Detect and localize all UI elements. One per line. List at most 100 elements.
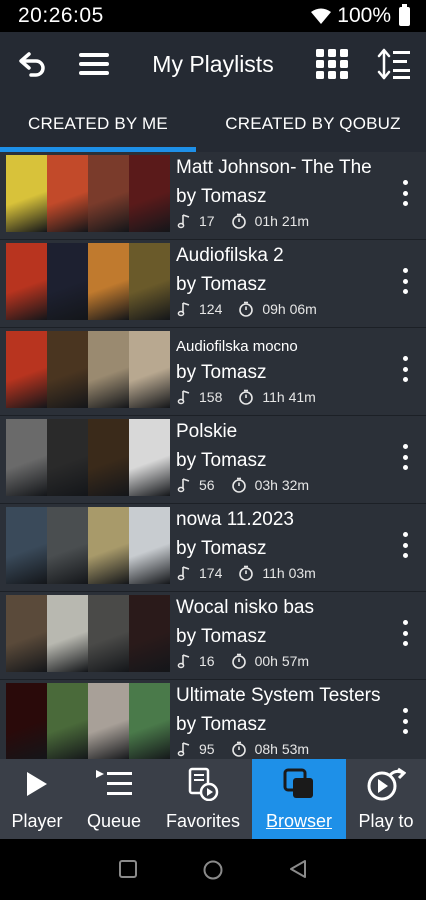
playlist-cover-mosaic xyxy=(6,155,170,232)
playlist-meta: 16 00h 57m xyxy=(177,653,309,669)
playlist-cover-mosaic xyxy=(6,595,170,672)
recents-icon[interactable] xyxy=(118,859,138,879)
playlist-owner: by Tomasz xyxy=(176,186,267,207)
more-options-icon[interactable] xyxy=(402,708,408,734)
music-note-icon xyxy=(177,214,190,229)
album-cover-thumbnail xyxy=(6,595,47,672)
more-options-icon[interactable] xyxy=(402,180,408,206)
playlist-row[interactable]: Ultimate System Testers by Tomasz 95 08h … xyxy=(0,680,426,759)
playlist-cover-mosaic xyxy=(6,683,170,759)
playlist-duration: 08h 53m xyxy=(254,741,310,757)
playlist-title: Matt Johnson- The The xyxy=(176,157,372,178)
timer-icon xyxy=(239,389,254,405)
album-cover-thumbnail xyxy=(129,243,170,320)
menu-button[interactable] xyxy=(68,32,120,96)
more-options-icon[interactable] xyxy=(402,444,408,470)
playlist-row[interactable]: Wocal nisko bas by Tomasz 16 00h 57m xyxy=(0,592,426,680)
playlist-title: nowa 11.2023 xyxy=(176,509,294,530)
playlist-duration: 00h 57m xyxy=(254,653,310,669)
timer-icon xyxy=(231,741,246,757)
album-cover-thumbnail xyxy=(88,683,129,759)
playlist-row[interactable]: Audiofilska mocno by Tomasz 158 11h 41m xyxy=(0,328,426,416)
album-cover-thumbnail xyxy=(6,419,47,496)
play-to-icon xyxy=(366,759,406,809)
playlist-title: Polskie xyxy=(176,421,238,442)
tab-created-by-me[interactable]: CREATED BY ME xyxy=(0,96,196,152)
playlist-cover-mosaic xyxy=(6,243,170,320)
playlist-row[interactable]: Matt Johnson- The The by Tomasz 17 01h 21… xyxy=(0,152,426,240)
more-options-icon[interactable] xyxy=(402,620,408,646)
nav-player-label: Player xyxy=(11,811,63,831)
playlist-row[interactable]: Audiofilska 2 by Tomasz 124 09h 06m xyxy=(0,240,426,328)
more-options-icon[interactable] xyxy=(402,532,408,558)
playlist-duration: 11h 41m xyxy=(262,389,316,405)
playlist-owner: by Tomasz xyxy=(176,362,267,383)
grid-view-button[interactable] xyxy=(306,32,358,96)
playlist-duration: 01h 21m xyxy=(254,213,310,229)
tab-bar: CREATED BY ME CREATED BY QOBUZ xyxy=(0,96,426,152)
album-cover-thumbnail xyxy=(129,331,170,408)
music-note-icon xyxy=(177,390,190,405)
playlist-meta: 124 09h 06m xyxy=(177,301,317,317)
nav-favorites[interactable]: Favorites xyxy=(154,759,252,839)
playlist-list[interactable]: Matt Johnson- The The by Tomasz 17 01h 21… xyxy=(0,152,426,759)
browser-icon xyxy=(283,759,315,809)
track-count: 95 xyxy=(199,741,215,757)
album-cover-thumbnail xyxy=(88,243,129,320)
playlist-duration: 09h 06m xyxy=(262,301,317,317)
app-header: My Playlists xyxy=(0,32,426,96)
more-options-icon[interactable] xyxy=(402,356,408,382)
tab-created-by-qobuz[interactable]: CREATED BY QOBUZ xyxy=(200,96,426,152)
nav-play-to[interactable]: Play to xyxy=(346,759,426,839)
back-icon xyxy=(19,52,45,77)
timer-icon xyxy=(239,301,254,317)
album-cover-thumbnail xyxy=(47,595,88,672)
sort-button[interactable] xyxy=(368,32,420,96)
album-cover-thumbnail xyxy=(129,419,170,496)
album-cover-thumbnail xyxy=(129,595,170,672)
track-count: 158 xyxy=(199,389,223,405)
music-note-icon xyxy=(177,742,190,757)
nav-player[interactable]: Player xyxy=(0,759,74,839)
track-count: 16 xyxy=(199,653,215,669)
timer-icon xyxy=(231,213,246,229)
wifi-icon xyxy=(311,8,332,24)
nav-browser[interactable]: Browser xyxy=(252,759,346,839)
nav-play-to-label: Play to xyxy=(358,811,414,831)
queue-icon xyxy=(94,759,134,809)
album-cover-thumbnail xyxy=(47,507,88,584)
playlist-meta: 17 01h 21m xyxy=(177,213,309,229)
track-count: 56 xyxy=(199,477,215,493)
album-cover-thumbnail xyxy=(88,331,129,408)
play-icon xyxy=(25,759,49,809)
status-bar: 20:26:05 100% xyxy=(0,0,426,32)
music-note-icon xyxy=(177,478,190,493)
playlist-meta: 158 11h 41m xyxy=(177,389,316,405)
battery-icon xyxy=(399,3,410,26)
playlist-row[interactable]: nowa 11.2023 by Tomasz 174 11h 03m xyxy=(0,504,426,592)
system-navigation-bar xyxy=(0,839,426,900)
album-cover-thumbnail xyxy=(6,155,47,232)
album-cover-thumbnail xyxy=(6,331,47,408)
album-cover-thumbnail xyxy=(6,243,47,320)
bottom-navigation: Player Queue Favorites Browser Play to xyxy=(0,759,426,839)
album-cover-thumbnail xyxy=(88,507,129,584)
playlist-owner: by Tomasz xyxy=(176,274,267,295)
more-options-icon[interactable] xyxy=(402,268,408,294)
playlist-owner: by Tomasz xyxy=(176,538,267,559)
back-nav-icon[interactable] xyxy=(288,859,308,879)
playlist-title: Ultimate System Testers xyxy=(176,685,381,706)
playlist-owner: by Tomasz xyxy=(176,626,267,647)
album-cover-thumbnail xyxy=(129,155,170,232)
favorites-icon xyxy=(187,759,219,809)
playlist-duration: 03h 32m xyxy=(254,477,310,493)
album-cover-thumbnail xyxy=(47,419,88,496)
nav-queue[interactable]: Queue xyxy=(74,759,154,839)
back-button[interactable] xyxy=(6,32,58,96)
track-count: 124 xyxy=(199,301,223,317)
home-icon[interactable] xyxy=(202,859,224,881)
album-cover-thumbnail xyxy=(6,507,47,584)
playlist-row[interactable]: Polskie by Tomasz 56 03h 32m xyxy=(0,416,426,504)
music-note-icon xyxy=(177,566,190,581)
album-cover-thumbnail xyxy=(47,155,88,232)
